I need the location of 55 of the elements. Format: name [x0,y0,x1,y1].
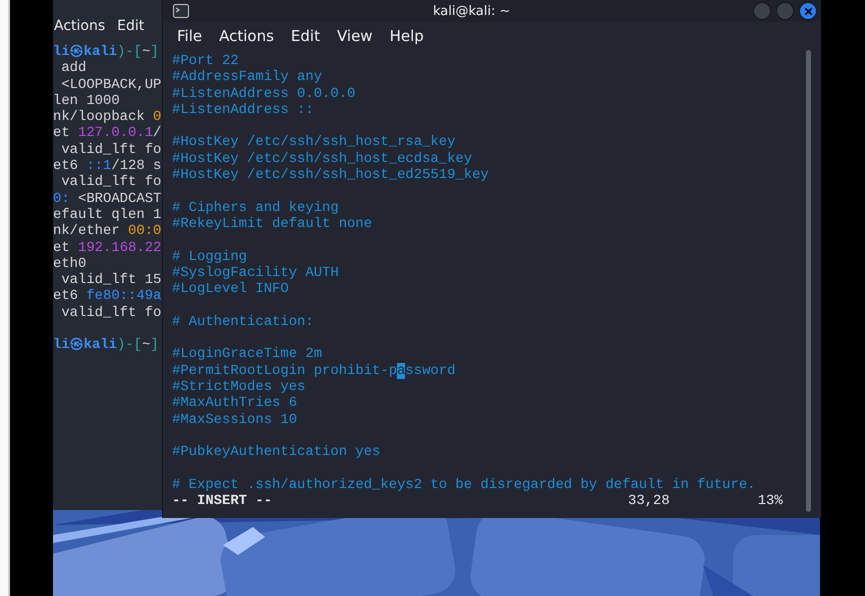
code-line: #AddressFamily any [172,69,322,86]
menu-item[interactable]: Help [390,27,424,45]
terminal-line: valid_lft fo [60,174,162,190]
terminal-line: eth0 [53,256,86,272]
code-line: #HostKey /etc/ssh/ssh_host_ecdsa_key [172,150,472,167]
menu-item[interactable]: Edit [290,27,320,45]
terminal-line: valid_lft fo [60,142,162,158]
scroll-percent: 13% [758,493,783,510]
terminal-line: valid_lft 15 [60,272,162,288]
terminal-line: et6 fe80::49a [53,288,162,304]
cursor-position: 33,28 [628,493,670,510]
terminal-line: nk/ether 00:0 [53,223,162,240]
menu-item[interactable]: Actions [54,18,106,40]
code-line: #LogLevel INFO [172,281,289,298]
code-line: #SyslogFacility AUTH [172,264,339,281]
code-line: # Expect .ssh/authorized_keys2 to be disregarded by default in future. [172,476,756,493]
code-line: #ListenAddress 0.0.0.0 [172,86,356,102]
code-line: #MaxAuthTries 6 [172,395,298,412]
scrollbar[interactable] [806,50,811,512]
terminal-line: et 192.168.22 [53,240,162,256]
code-line: #StrictModes yes [172,378,306,395]
menu-item[interactable]: File [177,27,202,45]
code-line: #PubkeyAuthentication yes [172,444,380,460]
code-line: #PermitRootLogin prohibit-password [172,362,456,379]
terminal-line: nk/loopback 0 [53,109,162,126]
terminal-line: <LOOPBACK,UP [60,76,162,93]
code-line: #ListenAddress :: [172,102,314,118]
code-line: #MaxSessions 10 [172,412,298,428]
code-line: #Port 22 [172,53,239,69]
terminal-line: et6 ::1/128 s [53,158,162,174]
terminal-line: valid_lft fo [60,304,162,321]
terminal-line: 0: <BROADCAST [53,190,162,207]
code-line: #HostKey /etc/ssh/ssh_host_rsa_key [172,134,456,150]
code-line: # Logging [172,248,248,265]
editor-mode: -- INSERT -- [172,493,272,510]
menu-item[interactable]: View [336,27,373,45]
terminal-line: et 127.0.0.1/ [53,125,162,142]
terminal-line: li㉿kali)-[~] [53,44,159,60]
window-title: kali@kali: ~ [433,4,510,18]
terminal-line: add [60,60,86,76]
code-line: #RekeyLimit default none [172,216,372,232]
minimize-button[interactable] [753,2,771,20]
terminal-line: efault qlen 1 [53,206,162,223]
code-line: # Authentication: [172,314,314,330]
code-line: #LoginGraceTime 2m [172,346,322,362]
terminal-icon [173,4,189,18]
maximize-button[interactable] [776,2,794,20]
terminal-line: len 1000 [53,92,120,109]
code-line: # Ciphers and keying [172,200,339,216]
close-icon [804,6,812,16]
code-line: #HostKey /etc/ssh/ssh_host_ed25519_key [172,167,489,184]
close-button[interactable] [799,2,817,20]
terminal-line: li㉿kali)-[~] [53,337,159,354]
menu-item[interactable]: Actions [219,27,274,45]
menu-item[interactable]: Edit [117,18,144,40]
